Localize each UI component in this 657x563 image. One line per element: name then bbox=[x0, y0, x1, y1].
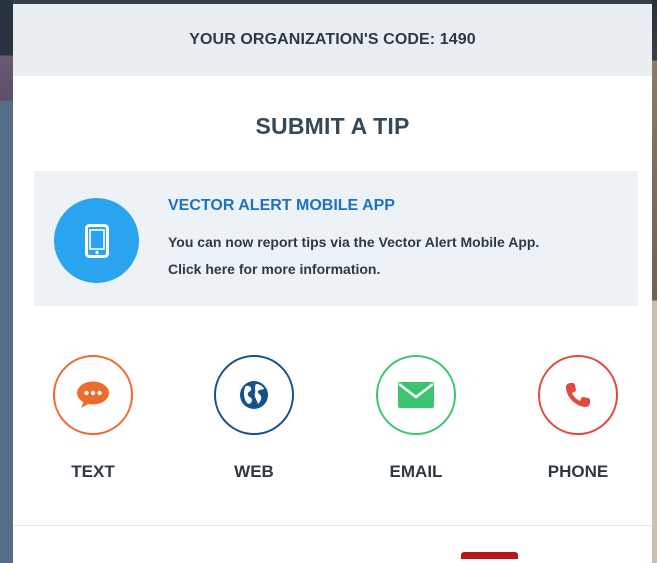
chat-bubble-icon[interactable] bbox=[53, 355, 133, 435]
phone-option[interactable]: PHONE bbox=[513, 355, 643, 482]
background-left bbox=[0, 0, 13, 563]
web-option[interactable]: WEB bbox=[189, 355, 319, 482]
globe-icon[interactable] bbox=[214, 355, 294, 435]
mobile-app-heading[interactable]: VECTOR ALERT MOBILE APP bbox=[168, 197, 395, 215]
text-option[interactable]: TEXT bbox=[28, 355, 158, 482]
phone-icon[interactable] bbox=[538, 355, 618, 435]
email-option-label: EMAIL bbox=[389, 462, 443, 481]
mobile-app-card[interactable]: VECTOR ALERT MOBILE APP You can now repo… bbox=[34, 171, 638, 306]
submit-tip-modal: YOUR ORGANIZATION'S CODE: 1490 SUBMIT A … bbox=[13, 4, 652, 563]
envelope-icon[interactable] bbox=[376, 355, 456, 435]
mobile-app-description[interactable]: You can now report tips via the Vector A… bbox=[168, 229, 628, 283]
web-option-label: WEB bbox=[234, 462, 274, 481]
partial-red-button[interactable] bbox=[461, 552, 518, 559]
text-option-label: TEXT bbox=[71, 462, 115, 481]
organization-code-text: YOUR ORGANIZATION'S CODE: 1490 bbox=[189, 31, 476, 48]
organization-code-bar: YOUR ORGANIZATION'S CODE: 1490 bbox=[13, 4, 652, 76]
mobile-app-line-2[interactable]: Click here for more information. bbox=[168, 256, 628, 283]
mobile-app-line-1: You can now report tips via the Vector A… bbox=[168, 234, 540, 250]
divider bbox=[13, 525, 652, 526]
background-right bbox=[652, 0, 657, 563]
tip-options: TEXT WEB EMAIL PHONE bbox=[13, 355, 652, 495]
tablet-icon bbox=[54, 198, 139, 283]
email-option[interactable]: EMAIL bbox=[351, 355, 481, 482]
modal-title: SUBMIT A TIP bbox=[255, 113, 410, 139]
phone-option-label: PHONE bbox=[547, 462, 609, 481]
